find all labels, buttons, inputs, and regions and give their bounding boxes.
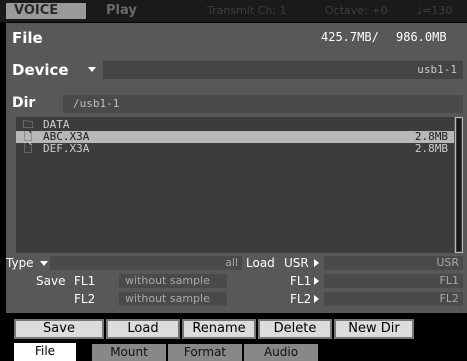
load-fl2-label: FL2 bbox=[290, 292, 312, 306]
new-dir-button[interactable]: New Dir bbox=[334, 319, 414, 339]
tempo-readout: ♩=130 bbox=[417, 4, 453, 17]
chevron-right-icon bbox=[314, 295, 319, 303]
scrollbar-thumb[interactable] bbox=[457, 119, 461, 251]
save-fl1-label: FL1 bbox=[74, 274, 96, 288]
tab-format[interactable]: Format bbox=[168, 344, 242, 361]
transmit-channel: Transmit Ch: 1 bbox=[207, 4, 287, 17]
load-usr-field[interactable]: USR bbox=[324, 256, 463, 270]
tab-mount[interactable]: Mount bbox=[92, 344, 166, 361]
save-button[interactable]: Save bbox=[14, 319, 104, 339]
load-usr-label: USR bbox=[284, 256, 309, 270]
chevron-right-icon bbox=[314, 259, 319, 267]
file-size: 2.8MB bbox=[414, 142, 448, 155]
dir-row: Dir /usb1-1 bbox=[6, 93, 467, 115]
file-list[interactable]: 🗀 DATA 🗋 ABC.X3A 2.8MB 🗋 DEF.X3A 2.8MB bbox=[16, 117, 454, 253]
device-select[interactable]: usb1-1 bbox=[103, 61, 463, 79]
save-fl2-label: FL2 bbox=[74, 292, 96, 306]
save-fl2-field[interactable]: without sample bbox=[119, 292, 227, 306]
tab-audio[interactable]: Audio bbox=[244, 344, 318, 361]
octave-readout: Octave: +0 bbox=[325, 4, 388, 17]
file-header: File 425.7MB/ 986.0MB bbox=[6, 23, 467, 51]
list-item[interactable]: 🗋 DEF.X3A 2.8MB bbox=[16, 143, 454, 155]
save-fl1-field[interactable]: without sample bbox=[119, 274, 227, 288]
delete-button[interactable]: Delete bbox=[258, 319, 332, 339]
device-value: usb1-1 bbox=[417, 63, 457, 76]
load-fl1-field[interactable]: FL1 bbox=[324, 274, 463, 288]
file-name: DEF.X3A bbox=[43, 142, 90, 155]
dir-label: Dir bbox=[12, 95, 36, 111]
chevron-down-icon[interactable] bbox=[40, 261, 48, 266]
load-fl2-field[interactable]: FL2 bbox=[324, 292, 463, 306]
save-label: Save bbox=[36, 274, 66, 288]
device-label: Device bbox=[12, 61, 69, 79]
file-list-scrollbar[interactable] bbox=[455, 117, 463, 253]
rename-button[interactable]: Rename bbox=[182, 319, 256, 339]
type-label: Type bbox=[6, 256, 34, 270]
file-icon: 🗋 bbox=[23, 142, 33, 155]
tab-bar: File Mount Format Audio bbox=[0, 343, 467, 361]
chevron-right-icon bbox=[314, 277, 319, 285]
page-title: File bbox=[12, 29, 43, 47]
type-select[interactable]: all bbox=[50, 256, 242, 270]
chevron-down-icon[interactable] bbox=[88, 67, 96, 72]
memory-used: 425.7MB/ bbox=[321, 30, 379, 44]
mode-indicator: VOICE bbox=[6, 3, 86, 19]
load-label: Load bbox=[246, 256, 275, 270]
play-indicator: Play bbox=[106, 3, 137, 18]
tab-file[interactable]: File bbox=[14, 343, 76, 361]
status-bar: VOICE Play Transmit Ch: 1 Octave: +0 ♩=1… bbox=[0, 0, 467, 22]
load-button[interactable]: Load bbox=[106, 319, 180, 339]
dir-path-field: /usb1-1 bbox=[63, 95, 463, 113]
memory-total: 986.0MB bbox=[396, 30, 447, 44]
load-fl1-label: FL1 bbox=[290, 274, 312, 288]
device-row[interactable]: Device usb1-1 bbox=[6, 57, 467, 83]
dir-path: /usb1-1 bbox=[73, 97, 120, 110]
file-window: File 425.7MB/ 986.0MB Device usb1-1 Dir … bbox=[6, 23, 467, 313]
